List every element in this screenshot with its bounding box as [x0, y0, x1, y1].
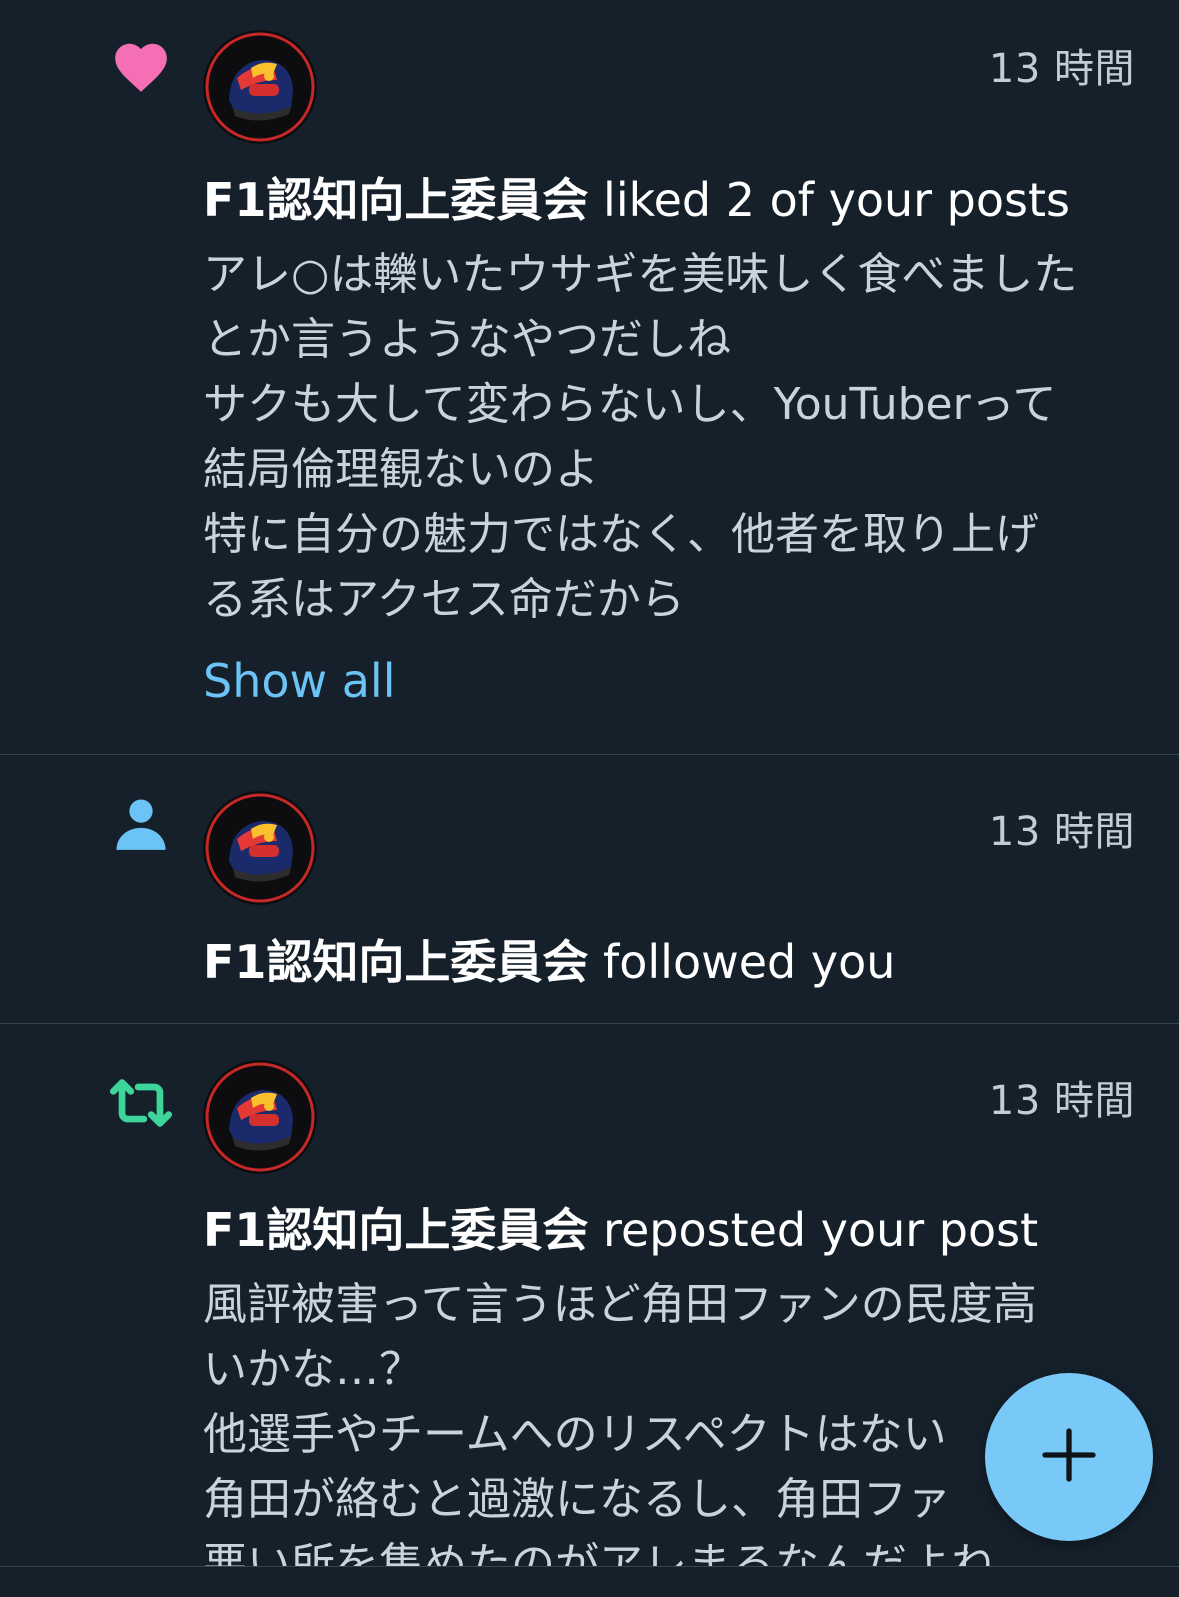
avatar[interactable] [203, 30, 317, 144]
repost-icon [106, 1068, 176, 1138]
action-text: liked 2 of your posts [588, 173, 1070, 227]
notification-headline: F1認知向上委員会 reposted your post [203, 1200, 1139, 1260]
timestamp: 13 時間 [988, 1078, 1135, 1124]
actor-name[interactable]: F1認知向上委員会 [203, 173, 588, 227]
timestamp: 13 時間 [988, 809, 1135, 855]
action-text: followed you [588, 935, 896, 989]
notification-like[interactable]: 13 時間 F1認知向上委員会 liked 2 of your posts アレ… [0, 0, 1179, 755]
plus-icon [1037, 1423, 1101, 1491]
post-preview[interactable]: アレ○は轢いたウサギを美味しく食べました とか言うようなやつだしね サクも大して… [203, 242, 1143, 632]
avatar[interactable] [203, 791, 317, 905]
notification-follow[interactable]: 13 時間 F1認知向上委員会 followed you [0, 755, 1179, 1024]
person-icon [110, 793, 172, 855]
actor-name[interactable]: F1認知向上委員会 [203, 1203, 588, 1257]
show-all-link[interactable]: Show all [203, 654, 396, 708]
action-text: reposted your post [588, 1203, 1039, 1257]
notification-headline: F1認知向上委員会 liked 2 of your posts [203, 170, 1139, 230]
timestamp: 13 時間 [988, 46, 1135, 92]
avatar[interactable] [203, 1060, 317, 1174]
actor-name[interactable]: F1認知向上委員会 [203, 935, 588, 989]
compose-button[interactable] [985, 1373, 1153, 1541]
notification-headline: F1認知向上委員会 followed you [203, 932, 1139, 992]
heart-icon [110, 36, 172, 98]
tab-bar-edge [0, 1566, 1179, 1585]
